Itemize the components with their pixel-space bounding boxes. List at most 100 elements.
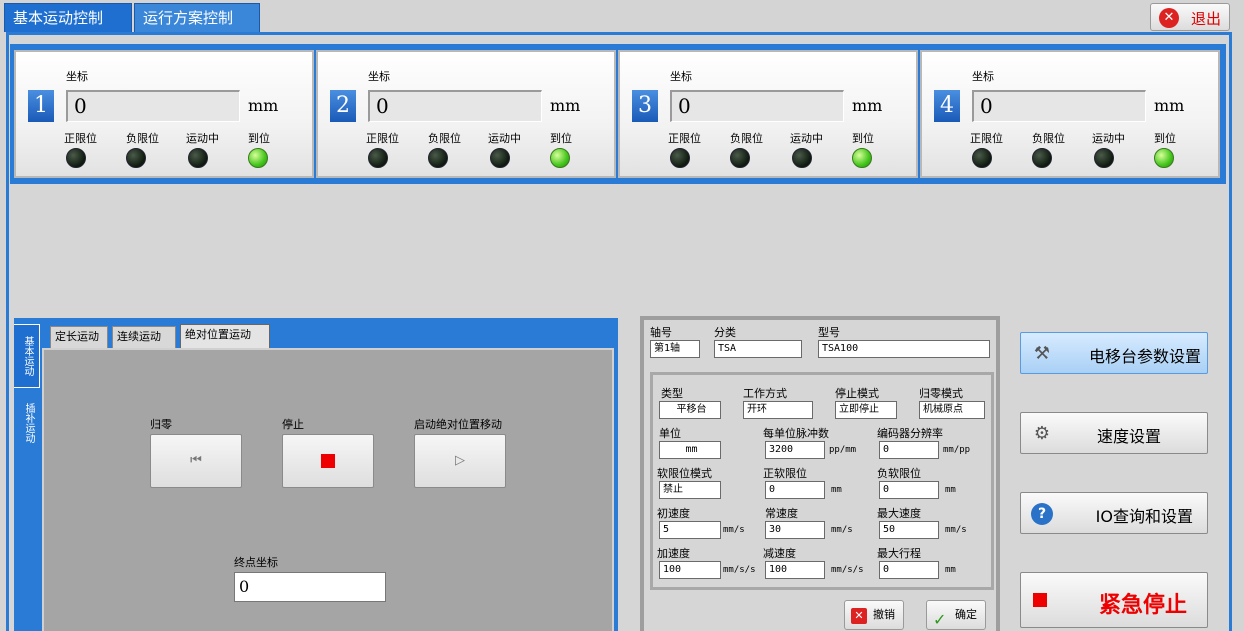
init-speed-unit: mm/s [723,525,745,535]
stop-icon [321,453,335,468]
stop-button[interactable] [282,434,374,488]
encoder-label: 编码器分辨率 [877,427,943,440]
pulse-per-unit-field[interactable]: 3200 [765,441,825,459]
speed-settings-label: 速度设置 [1096,427,1161,446]
encoder-field[interactable]: 0 [879,441,939,459]
cancel-button-label: 撤销 [873,608,895,621]
led-label-in-position: 到位 [248,132,270,145]
top-tab-bar: 基本运动控制 运行方案控制 ✕ 退出 [0,0,1244,32]
home-mode-label: 归零模式 [919,387,963,400]
end-coord-label: 终点坐标 [234,556,278,569]
neg-soft-limit-field[interactable]: 0 [879,481,939,499]
acc-field[interactable]: 100 [659,561,721,579]
speed-label: 常速度 [765,507,798,520]
class-field[interactable]: TSA [714,340,802,358]
coord-unit: mm [1154,96,1185,115]
axis-no-field[interactable]: 第1轴 [650,340,700,358]
stage-params-label: 电移台参数设置 [1088,347,1201,366]
stop-icon [1033,593,1047,607]
type-label: 类型 [661,387,683,400]
tab-run-plan[interactable]: 运行方案控制 [134,3,260,32]
axis-panel-4: 4 坐标 0 mm 正限位 负限位 运动中 到位 [920,50,1220,178]
axis-panel-3: 3 坐标 0 mm 正限位 负限位 运动中 到位 [618,50,918,178]
led-in-position [248,148,268,168]
speed-field[interactable]: 30 [765,521,825,539]
led-label-pos-limit: 正限位 [668,132,701,145]
max-travel-label: 最大行程 [877,547,921,560]
axis-number-badge: 2 [330,90,356,122]
absolute-position-panel: 归零 ⏮ 停止 启动绝对位置移动 ▷ 终点坐标 0 [42,348,614,631]
led-neg-limit [730,148,750,168]
pulse-per-unit-label: 每单位脉冲数 [763,427,829,440]
led-in-position [550,148,570,168]
work-mode-label: 工作方式 [743,387,787,400]
led-label-in-position: 到位 [1154,132,1176,145]
led-neg-limit [126,148,146,168]
max-travel-field[interactable]: 0 [879,561,939,579]
axis-number-badge: 3 [632,90,658,122]
max-speed-label: 最大速度 [877,507,921,520]
check-icon: ✓ [933,610,947,629]
init-speed-label: 初速度 [657,507,690,520]
led-label-pos-limit: 正限位 [970,132,1003,145]
led-neg-limit [1032,148,1052,168]
home-mode-field[interactable]: 机械原点 [919,401,985,419]
start-move-label: 启动绝对位置移动 [414,418,502,431]
home-label: 归零 [150,418,172,431]
axis-number-badge: 1 [28,90,54,122]
stop-mode-field[interactable]: 立即停止 [835,401,897,419]
encoder-unit: mm/pp [943,445,971,455]
exit-button-label: 退出 [1191,10,1222,28]
stop-label: 停止 [282,418,304,431]
led-label-in-position: 到位 [550,132,572,145]
end-coord-input[interactable]: 0 [234,572,386,602]
coord-unit: mm [550,96,581,115]
led-pos-limit [368,148,388,168]
stage-params-button[interactable]: ⚒ 电移台参数设置 [1020,332,1208,374]
tab-continuous[interactable]: 连续运动 [112,326,176,348]
acc-label: 加速度 [657,547,690,560]
axis-number-badge: 4 [934,90,960,122]
init-speed-field[interactable]: 5 [659,521,721,539]
led-label-moving: 运动中 [186,132,219,145]
ok-button-label: 确定 [955,608,977,621]
stage-param-panel: 轴号 第1轴 分类 TSA 型号 TSA100 类型 平移台 工作方式 开环 停… [640,316,1000,631]
max-speed-unit: mm/s [945,525,967,535]
dec-unit: mm/s/s [831,565,864,575]
home-button[interactable]: ⏮ [150,434,242,488]
tab-absolute-position[interactable]: 绝对位置运动 [180,324,270,350]
gear-icon: ⚙ [1033,423,1051,444]
tab-fixed-length[interactable]: 定长运动 [50,326,108,348]
type-field[interactable]: 平移台 [659,401,721,419]
pos-soft-limit-field[interactable]: 0 [765,481,825,499]
axis-status-row: 1 坐标 0 mm 正限位 负限位 运动中 到位 2 坐标 0 mm 正限位 负… [10,44,1226,184]
led-label-moving: 运动中 [1092,132,1125,145]
tab-basic-motion[interactable]: 基本运动控制 [4,3,132,32]
coord-label: 坐标 [66,70,88,83]
led-pos-limit [670,148,690,168]
soft-limit-mode-field[interactable]: 禁止 [659,481,721,499]
cancel-button[interactable]: ✕ 撤销 [844,600,904,630]
coord-display: 0 [972,90,1146,122]
led-label-neg-limit: 负限位 [1032,132,1065,145]
start-move-button[interactable]: ▷ [414,434,506,488]
vtab-basic-motion[interactable]: 基本运动 [14,324,40,388]
dec-field[interactable]: 100 [765,561,825,579]
close-icon: ✕ [1159,8,1179,28]
speed-settings-button[interactable]: ⚙ 速度设置 [1020,412,1208,454]
axis-panel-1: 1 坐标 0 mm 正限位 负限位 运动中 到位 [14,50,314,178]
help-icon: ? [1031,503,1053,525]
vtab-interpolation[interactable]: 插补运动 [14,390,40,456]
pos-soft-limit-unit: mm [831,485,842,495]
ok-button[interactable]: ✓ 确定 [926,600,986,630]
max-speed-field[interactable]: 50 [879,521,939,539]
unit-field[interactable]: mm [659,441,721,459]
coord-label: 坐标 [368,70,390,83]
emergency-stop-button[interactable]: 紧急停止 [1020,572,1208,628]
led-moving [188,148,208,168]
led-label-moving: 运动中 [790,132,823,145]
io-settings-button[interactable]: ? IO查询和设置 [1020,492,1208,534]
model-field[interactable]: TSA100 [818,340,990,358]
work-mode-field[interactable]: 开环 [743,401,813,419]
exit-button[interactable]: ✕ 退出 [1150,3,1230,31]
